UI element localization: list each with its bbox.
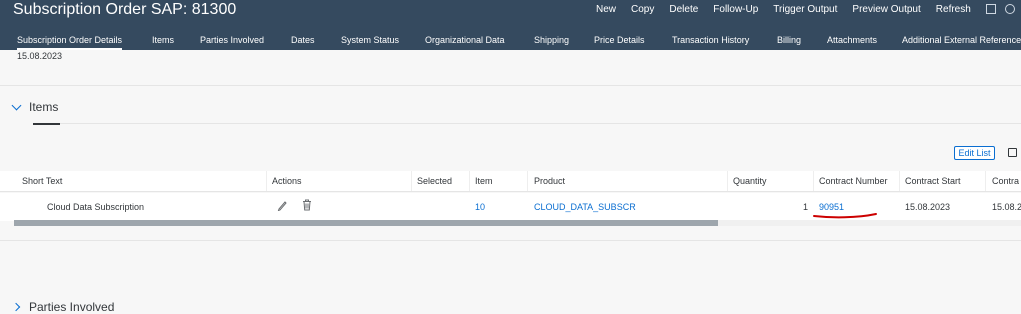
tab-parties-involved[interactable]: Parties Involved: [200, 34, 264, 46]
tab-system-status[interactable]: System Status: [341, 34, 399, 46]
column-separator: [411, 171, 412, 191]
horizontal-scrollbar-thumb[interactable]: [14, 220, 718, 226]
column-separator: [985, 171, 986, 191]
column-separator: [266, 171, 267, 191]
settings-icon[interactable]: [1004, 4, 1015, 14]
product-link[interactable]: CLOUD_DATA_SUBSCR: [534, 202, 636, 212]
column-separator: [899, 171, 900, 191]
follow-up-button[interactable]: Follow-Up: [713, 4, 758, 15]
tab-items[interactable]: Items: [152, 34, 174, 46]
tab-additional-external-reference[interactable]: Additional External Reference: [902, 34, 1021, 46]
column-quantity[interactable]: Quantity: [733, 176, 767, 186]
tab-price-details[interactable]: Price Details: [594, 34, 645, 46]
tab-bar: Subscription Order Details Items Parties…: [0, 29, 1021, 50]
shell-header: Subscription Order SAP: 81300 New Copy D…: [0, 0, 1021, 29]
display-icon[interactable]: [985, 4, 996, 14]
table-settings-icon[interactable]: [1008, 148, 1017, 157]
tab-organizational-data[interactable]: Organizational Data: [425, 34, 505, 46]
column-contract-end[interactable]: Contra: [992, 176, 1019, 186]
column-separator: [813, 171, 814, 191]
tab-dates[interactable]: Dates: [291, 34, 315, 46]
section-title-underline: [33, 123, 60, 125]
column-selected[interactable]: Selected: [417, 176, 452, 186]
object-page-content: 15.08.2023 Items Edit List Short Text Ac…: [0, 50, 1021, 314]
red-underline-annotation: [813, 213, 877, 219]
items-section-title: Items: [29, 100, 59, 114]
tab-subscription-order-details[interactable]: Subscription Order Details: [17, 34, 123, 50]
copy-button[interactable]: Copy: [631, 4, 654, 15]
contract-start-cell: 15.08.2023: [905, 202, 951, 212]
contract-end-cell: 15.08.2: [992, 202, 1021, 212]
quantity-cell: 1: [803, 202, 809, 212]
column-separator: [727, 171, 728, 191]
column-contract-number[interactable]: Contract Number: [819, 176, 888, 186]
item-number-link[interactable]: 10: [475, 202, 485, 212]
edit-pencil-icon[interactable]: [277, 199, 287, 211]
column-short-text[interactable]: Short Text: [22, 176, 62, 186]
edit-list-button[interactable]: Edit List: [954, 146, 995, 160]
tab-transaction-history[interactable]: Transaction History: [672, 34, 749, 46]
delete-button[interactable]: Delete: [669, 4, 698, 15]
table-header: Short Text Actions Selected Item Product…: [0, 171, 1021, 192]
column-contract-start[interactable]: Contract Start: [905, 176, 961, 186]
date-value: 15.08.2023: [17, 51, 63, 61]
short-text-cell: Cloud Data Subscription: [47, 202, 145, 212]
refresh-button[interactable]: Refresh: [936, 4, 971, 15]
parties-involved-section-header[interactable]: Parties Involved: [11, 300, 115, 314]
trigger-output-button[interactable]: Trigger Output: [773, 4, 837, 15]
tab-shipping[interactable]: Shipping: [534, 34, 569, 46]
column-item[interactable]: Item: [475, 176, 493, 186]
page-title: Subscription Order SAP: 81300: [13, 1, 237, 18]
section-header-divider: [60, 123, 1021, 124]
tab-billing[interactable]: Billing: [777, 34, 801, 46]
delete-trash-icon[interactable]: [302, 199, 312, 211]
section-divider: [0, 240, 1021, 241]
chevron-down-icon[interactable]: [11, 100, 22, 111]
header-actions: New Copy Delete Follow-Up Trigger Output…: [596, 4, 1021, 15]
new-button[interactable]: New: [596, 4, 616, 15]
tab-attachments[interactable]: Attachments: [827, 34, 877, 46]
section-divider: [0, 85, 1021, 86]
items-section-header[interactable]: Items: [11, 100, 59, 114]
column-separator: [527, 171, 528, 191]
chevron-right-icon[interactable]: [11, 302, 21, 312]
preview-output-button[interactable]: Preview Output: [852, 4, 920, 15]
column-product[interactable]: Product: [534, 176, 565, 186]
column-separator: [469, 171, 470, 191]
parties-involved-section-title: Parties Involved: [29, 300, 115, 314]
column-actions[interactable]: Actions: [272, 176, 302, 186]
